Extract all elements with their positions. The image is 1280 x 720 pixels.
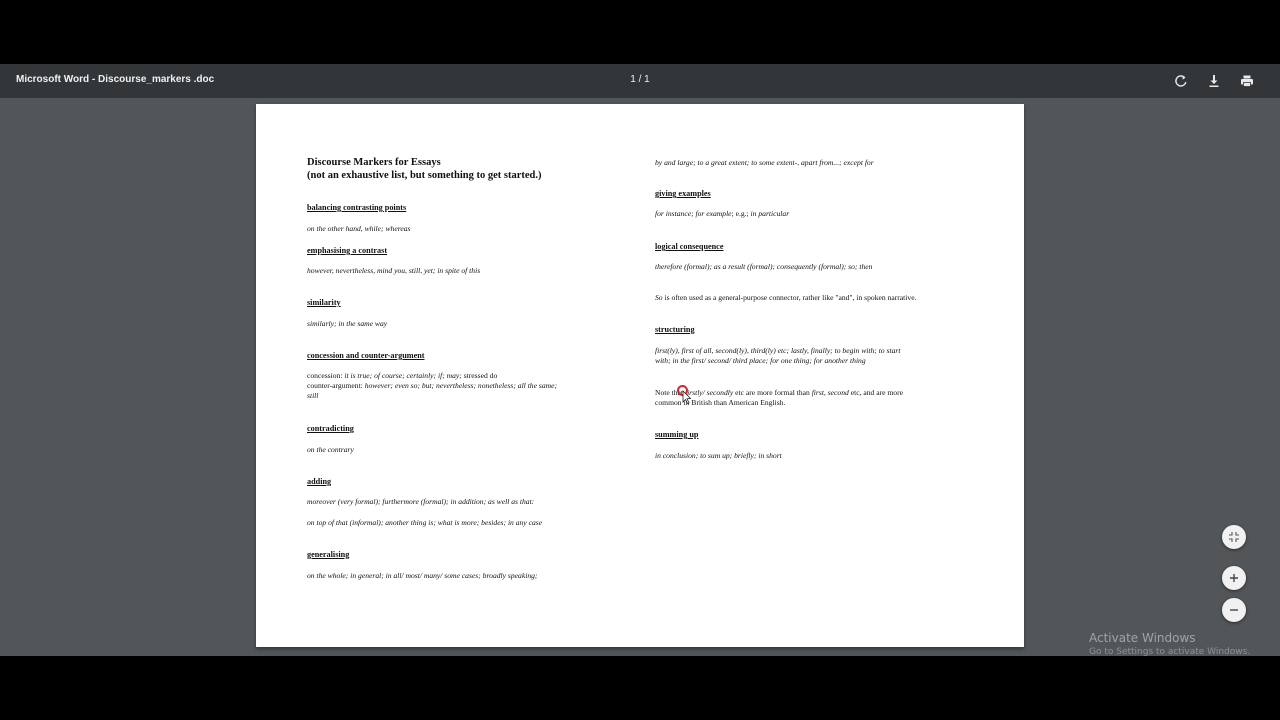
letterbox-bottom — [0, 656, 1280, 720]
watermark-title: Activate Windows — [1089, 631, 1196, 645]
heading-concession: concession and counter-argument — [307, 351, 425, 360]
page-title: Discourse Markers for Essays (not an exh… — [307, 156, 617, 182]
note-part-e: etc, and are more — [848, 388, 903, 397]
so-word: So — [655, 293, 663, 302]
rotate-icon[interactable] — [1173, 73, 1189, 89]
counter-markers: however; even so; but; nevertheless; non… — [362, 381, 558, 390]
heading-generalising: generalising — [307, 550, 350, 559]
text-logical-consequence: therefore (formal); as a result (formal)… — [655, 262, 873, 271]
text-emphasising: however, nevertheless, mind you, still, … — [307, 266, 481, 275]
text-structuring-2: with; in the first/ second/ third place;… — [655, 356, 866, 365]
text-adding-2: on top of that (informal); another thing… — [307, 518, 543, 527]
text-generalising: on the whole; in general; in all/ most/ … — [307, 571, 538, 580]
fit-to-page-button[interactable] — [1222, 525, 1246, 549]
text-adding-1: moreover (very formal); furthermore (for… — [307, 497, 535, 506]
heading-structuring: structuring — [655, 325, 695, 334]
note-part-c: etc are more formal than — [733, 388, 812, 397]
concession-label: concession: — [307, 371, 343, 380]
text-balancing: on the other hand, while; whereas — [307, 224, 411, 233]
concession-markers: it is true; of course; certainly; if; ma… — [342, 371, 462, 380]
document-page: Discourse Markers for Essays (not an exh… — [256, 104, 1024, 647]
text-so-note: So is often used as a general-purpose co… — [655, 293, 975, 303]
zoom-in-button[interactable] — [1222, 566, 1246, 590]
text-giving-examples: for instance; for example; e.g.; in part… — [655, 209, 975, 219]
activate-windows-watermark: Activate Windows Go to Settings to activ… — [1089, 631, 1250, 659]
left-column: Discourse Markers for Essays (not an exh… — [307, 156, 617, 580]
text-formality-note: Note that firstly/ secondly etc are more… — [655, 388, 975, 398]
zoom-in-icon — [1230, 574, 1238, 582]
examples-part-c: in particular — [750, 209, 790, 218]
print-icon[interactable] — [1239, 73, 1255, 89]
letterbox-top — [0, 0, 1280, 64]
heading-emphasising: emphasising a contrast — [307, 246, 388, 255]
heading-balancing: balancing contrasting points — [307, 203, 407, 212]
text-formality-note-2: common in British than American English. — [655, 398, 786, 407]
text-generalising-cont: by and large; to a great extent; to some… — [655, 158, 874, 167]
pdf-viewer[interactable]: Discourse Markers for Essays (not an exh… — [0, 98, 1280, 656]
page-title-line2: (not an exhaustive list, but something t… — [307, 170, 542, 181]
fit-to-page-icon — [1229, 532, 1239, 542]
examples-part-b: ; e.g.; — [731, 209, 751, 218]
heading-adding: adding — [307, 477, 332, 486]
note-part-d: first, second — [811, 388, 849, 397]
counter-label: counter-argument: — [307, 381, 363, 390]
text-summing-up: in conclusion; to sum up; briefly; in sh… — [655, 451, 782, 460]
download-icon[interactable] — [1206, 73, 1222, 89]
page-title-line1: Discourse Markers for Essays — [307, 157, 441, 168]
watermark-subtitle: Go to Settings to activate Windows. — [1089, 647, 1251, 657]
mouse-cursor-icon — [677, 385, 693, 410]
heading-logical-consequence: logical consequence — [655, 242, 724, 251]
text-counter-argument: counter-argument: however; even so; but;… — [307, 381, 617, 391]
examples-part-a: for instance; for example — [655, 209, 732, 218]
text-contradicting: on the contrary — [307, 445, 354, 454]
text-counter-argument-cont: still — [307, 391, 319, 400]
pdf-toolbar: Microsoft Word - Discourse_markers .doc … — [0, 64, 1280, 98]
text-structuring-1: first(ly), first of all, second(ly), thi… — [655, 346, 901, 355]
zoom-out-button[interactable] — [1222, 598, 1246, 622]
heading-giving-examples: giving examples — [655, 189, 711, 198]
zoom-out-icon — [1230, 609, 1238, 611]
so-explanation: is often used as a general-purpose conne… — [662, 293, 917, 302]
heading-similarity: similarity — [307, 298, 341, 307]
text-similarity: similarly; in the same way — [307, 319, 388, 328]
document-title: Microsoft Word - Discourse_markers .doc — [16, 74, 215, 85]
page-indicator: 1 / 1 — [630, 74, 650, 85]
heading-contradicting: contradicting — [307, 424, 354, 433]
text-concession: concession: it is true; of course; certa… — [307, 371, 617, 381]
concession-tail: stressed do — [461, 371, 498, 380]
heading-summing-up: summing up — [655, 430, 699, 439]
